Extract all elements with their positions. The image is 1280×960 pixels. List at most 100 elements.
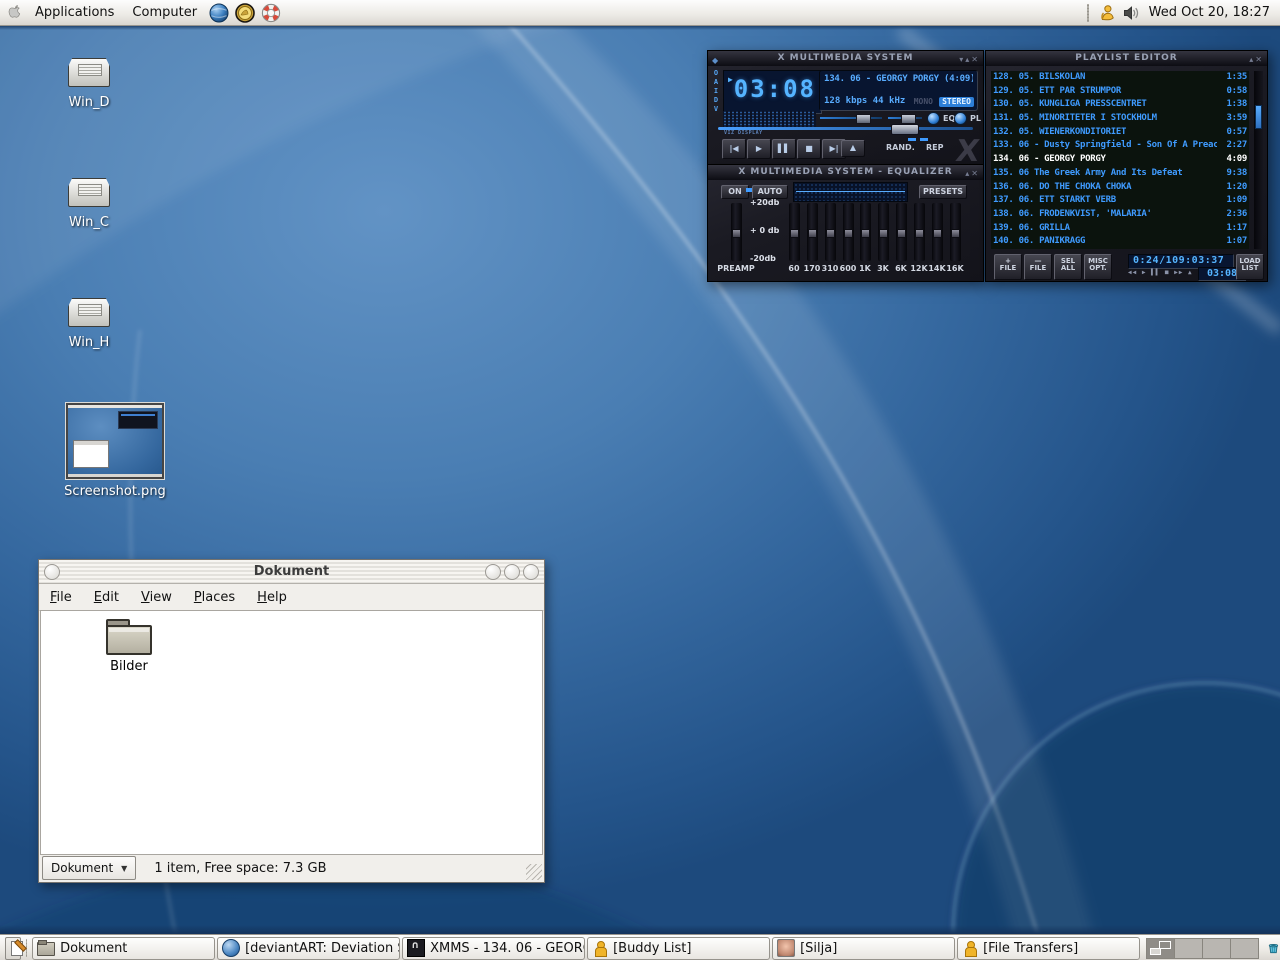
playlist-scrollbar[interactable] xyxy=(1254,71,1263,249)
clutterbar-letter[interactable]: V xyxy=(711,105,721,113)
xmms-track-title[interactable]: 134. 06 - GEORGY PORGY (4:09) xyxy=(824,74,973,84)
playlist-row[interactable]: 140. 06. PANIKRAGG1:07 xyxy=(991,235,1249,249)
trash-icon[interactable] xyxy=(1267,936,1280,960)
panel-menu-computer[interactable]: Computer xyxy=(123,2,206,23)
playlist-row[interactable]: 133. 06 - Dusty Springfield - Son Of A P… xyxy=(991,139,1249,153)
task-button[interactable]: Dokument xyxy=(32,937,215,960)
menu-file[interactable]: File xyxy=(39,586,83,609)
close-button[interactable] xyxy=(523,564,539,580)
help-lifesaver-icon[interactable] xyxy=(261,3,281,23)
playlist-row[interactable]: 135. 06 The Greek Army And Its Defeat9:3… xyxy=(991,167,1249,181)
repeat-toggle[interactable]: REP xyxy=(926,143,944,152)
xmms-clutterbar[interactable]: OAIDV xyxy=(711,69,721,113)
workspace-2[interactable] xyxy=(1175,939,1203,958)
volume-slider[interactable] xyxy=(820,114,882,122)
play-button[interactable]: ▶ xyxy=(747,139,771,159)
clutterbar-letter[interactable]: D xyxy=(711,96,721,104)
clutterbar-letter[interactable]: O xyxy=(711,69,721,77)
im-buddy-icon[interactable] xyxy=(1098,3,1116,22)
equalizer-titlebar[interactable]: X MULTIMEDIA SYSTEM - EQUALIZER ▴✕ xyxy=(708,165,983,180)
eq-slider-handle[interactable] xyxy=(932,203,943,261)
eq-slider-handle[interactable] xyxy=(914,203,925,261)
playlist-row[interactable]: 128. 05. BILSKOLAN1:35 xyxy=(991,71,1249,85)
playlist-row[interactable]: 130. 05. KUNGLIGA PRESSCENTRET1:38 xyxy=(991,98,1249,112)
playlist-row[interactable]: 132. 05. WIENERKONDITORIET0:57 xyxy=(991,126,1249,140)
desktop-icon-win_d[interactable]: Win_D xyxy=(46,58,132,110)
eject-button[interactable]: ▲ xyxy=(841,140,865,157)
package-manager-icon[interactable] xyxy=(235,3,255,23)
eq-slider-handle[interactable] xyxy=(950,203,961,261)
playlist-row[interactable]: 139. 06. GRILLA1:17 xyxy=(991,222,1249,236)
task-button[interactable]: [deviantART: Deviation S xyxy=(217,937,400,960)
desktop-icon-win_h[interactable]: Win_H xyxy=(46,298,132,350)
xmms-time-display[interactable]: ▶ 03:08 xyxy=(723,70,822,114)
track-title: 129. 05. ETT PAR STRUMPOR xyxy=(991,85,1217,99)
xmms-main-titlebar[interactable]: ◆ X MULTIMEDIA SYSTEM ▾▴✕ xyxy=(708,51,983,66)
volume-icon[interactable] xyxy=(1122,4,1140,22)
task-button[interactable]: [Buddy List] xyxy=(587,937,770,960)
menu-places[interactable]: Places xyxy=(183,586,246,609)
eq-slider-handle[interactable] xyxy=(825,203,836,261)
xmms-titlebar-buttons[interactable]: ▾▴✕ xyxy=(959,52,980,67)
panel-clock[interactable]: Wed Oct 20, 18:27 xyxy=(1143,5,1280,20)
seek-slider[interactable] xyxy=(718,124,973,133)
misc-options-button[interactable]: MISC OPT. xyxy=(1084,254,1112,280)
eq-slider-handle[interactable] xyxy=(860,203,871,261)
workspace-3[interactable] xyxy=(1203,939,1231,958)
eq-slider-handle[interactable] xyxy=(789,203,800,261)
playlist-row[interactable]: 129. 05. ETT PAR STRUMPOR0:58 xyxy=(991,85,1249,99)
file-item-bilder[interactable]: Bilder xyxy=(81,619,177,674)
web-browser-globe-icon[interactable] xyxy=(209,3,229,23)
resize-grip[interactable] xyxy=(526,864,542,880)
minimize-button[interactable] xyxy=(485,564,501,580)
location-dropdown[interactable]: Dokument ▼ xyxy=(42,856,136,880)
eq-slider-handle[interactable] xyxy=(896,203,907,261)
task-button[interactable]: [Silja] xyxy=(772,937,955,960)
pause-button[interactable]: ▌▌ xyxy=(772,139,796,159)
remove-file-button[interactable]: — FILE xyxy=(1024,254,1052,280)
eq-slider-handle[interactable] xyxy=(878,203,889,261)
desktop-icon-win_c[interactable]: Win_C xyxy=(46,178,132,230)
playlist-titlebar[interactable]: PLAYLIST EDITOR ▴✕ xyxy=(986,51,1267,66)
task-button[interactable]: XMMS - 134. 06 - GEORG xyxy=(402,937,585,960)
equalizer-titlebar-buttons[interactable]: ▴✕ xyxy=(965,166,980,181)
panel-menu-applications[interactable]: Applications xyxy=(26,2,123,23)
maximize-button[interactable] xyxy=(504,564,520,580)
menu-edit[interactable]: Edit xyxy=(83,586,130,609)
playlist-row[interactable]: 134. 06 - GEORGY PORGY4:09 xyxy=(991,153,1249,167)
eq-slider-handle[interactable] xyxy=(843,203,854,261)
eq-slider-handle[interactable] xyxy=(731,203,742,261)
distro-apple-icon[interactable] xyxy=(6,4,23,22)
add-file-button[interactable]: + FILE xyxy=(994,254,1022,280)
playlist-row[interactable]: 138. 06. FRODENKVIST, 'MALARIA'2:36 xyxy=(991,208,1249,222)
clutterbar-letter[interactable]: I xyxy=(711,87,721,95)
eq-band-preamp[interactable]: PREAMP xyxy=(716,203,756,273)
clutterbar-letter[interactable]: A xyxy=(711,78,721,86)
stop-button[interactable]: ■ xyxy=(797,139,821,159)
playlist-row[interactable]: 131. 05. MINORITETER I STOCKHOLM3:59 xyxy=(991,112,1249,126)
playlist-mini-transport[interactable]: ◀◀ ▶ ▌▌ ■ ▶▶ ▲ xyxy=(1128,269,1193,276)
playlist-row[interactable]: 136. 06. DO THE CHOKA CHOKA1:20 xyxy=(991,181,1249,195)
file-manager-titlebar[interactable]: Dokument xyxy=(39,560,544,584)
menu-help[interactable]: Help xyxy=(246,586,298,609)
select-all-button[interactable]: SEL ALL xyxy=(1054,254,1082,280)
task-button[interactable]: [File Transfers] xyxy=(957,937,1140,960)
eq-band-16k[interactable]: 16K xyxy=(943,203,967,273)
desktop-icon-screenshot[interactable]: Screenshot.png xyxy=(62,403,168,499)
menu-view[interactable]: View xyxy=(130,586,183,609)
playlist-row[interactable]: 137. 06. ETT STARKT VERB1:09 xyxy=(991,194,1249,208)
workspace-1[interactable] xyxy=(1147,939,1175,958)
workspace-4[interactable] xyxy=(1231,939,1258,958)
previous-button[interactable]: |◀ xyxy=(722,139,746,159)
window-menu-button[interactable] xyxy=(44,564,60,580)
load-list-button[interactable]: LOAD LIST xyxy=(1236,254,1264,280)
eq-slider-handle[interactable] xyxy=(807,203,818,261)
panel-separator[interactable] xyxy=(1087,4,1089,22)
playlist-titlebar-buttons[interactable]: ▴✕ xyxy=(1249,52,1264,67)
eq-on-button[interactable]: ON xyxy=(721,185,749,199)
show-desktop-button[interactable] xyxy=(5,937,21,960)
shuffle-toggle[interactable]: RAND. xyxy=(886,143,915,152)
eq-presets-button[interactable]: PRESETS xyxy=(919,185,967,199)
balance-slider[interactable] xyxy=(888,114,922,122)
eq-auto-button[interactable]: AUTO xyxy=(752,185,788,199)
